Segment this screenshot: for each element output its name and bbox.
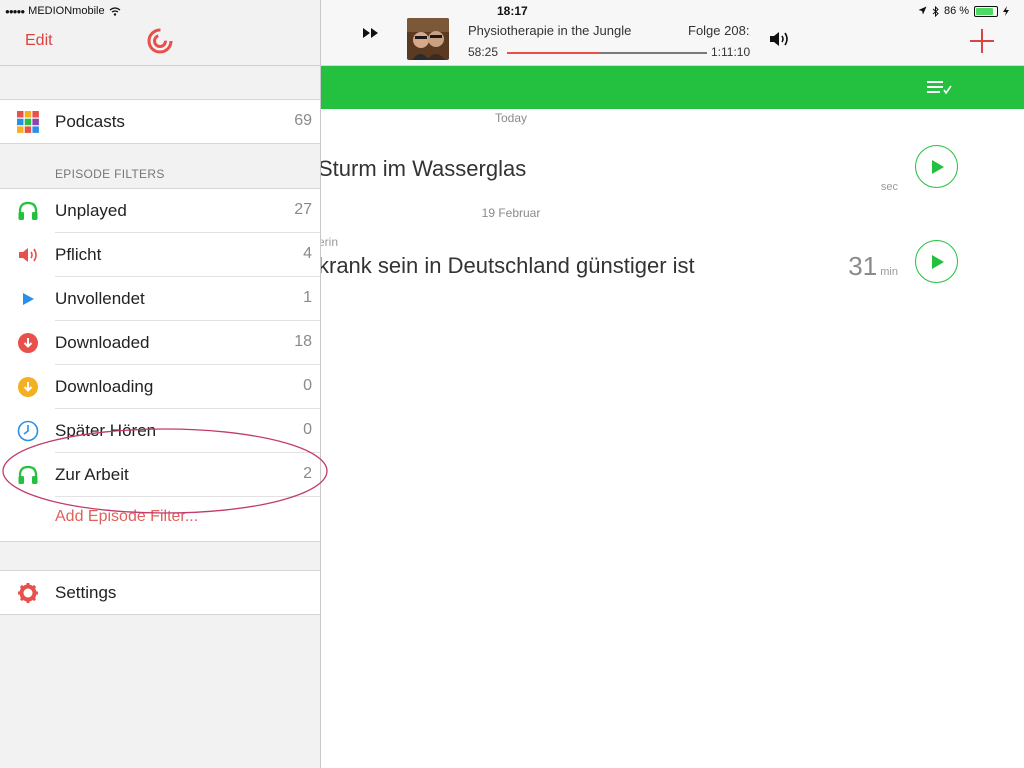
artwork-image <box>407 18 449 60</box>
sidebar-item-count: 4 <box>303 245 312 262</box>
bluetooth-icon <box>932 5 939 17</box>
skip-forward-button[interactable] <box>362 27 386 47</box>
playback-progress-bar[interactable] <box>507 52 707 54</box>
date-header-19-februar: 19 Februar <box>481 206 541 220</box>
download-icon <box>17 332 39 354</box>
episode-play-button[interactable] <box>915 145 958 188</box>
gear-icon <box>17 582 39 604</box>
divider <box>0 541 320 542</box>
sidebar-item-unplayed[interactable]: Unplayed 27 <box>0 189 320 233</box>
sidebar-item-podcasts[interactable]: Podcasts 69 <box>0 100 320 144</box>
charging-icon <box>1003 6 1010 16</box>
sidebar-item-label: Downloading <box>55 377 154 396</box>
duration-unit: min <box>880 266 898 278</box>
playback-progress-fill <box>507 52 599 54</box>
sidebar-item-count: 0 <box>303 421 312 438</box>
carrier-name: MEDIONmobile <box>28 5 105 17</box>
now-playing-podcast-title: Physiotherapie in the Jungle <box>468 23 632 38</box>
duration-unit: sec <box>880 181 898 193</box>
play-icon <box>17 288 39 310</box>
add-episode-filter-link[interactable]: Add Episode Filter... <box>55 508 198 526</box>
app-root: 18:17 86 % Physiotherapie in the Jungle … <box>0 0 1024 768</box>
grid-icon <box>17 111 39 133</box>
sidebar-item-label: Zur Arbeit <box>55 465 129 484</box>
battery-percentage: 86 % <box>944 5 970 17</box>
date-header-today: Today <box>494 111 528 125</box>
volume-button[interactable] <box>768 29 794 49</box>
list-check-icon <box>927 81 952 95</box>
sidebar: ●●●●● MEDIONmobile Edit Podcasts 69 EPIS… <box>0 0 321 768</box>
now-playing-episode: Folge 208: <box>688 23 750 38</box>
speaker-icon <box>17 244 39 266</box>
episode-podcast-name: erin <box>318 235 339 249</box>
speaker-icon <box>770 32 788 46</box>
sidebar-item-zur-arbeit[interactable]: Zur Arbeit 2 <box>0 453 320 497</box>
episode-play-button[interactable] <box>915 240 958 283</box>
headphones-icon <box>17 200 39 222</box>
sidebar-item-label: Pflicht <box>55 245 102 264</box>
sidebar-item-unvollendet[interactable]: Unvollendet 1 <box>0 277 320 321</box>
sidebar-item-pflicht[interactable]: Pflicht 4 <box>0 233 320 277</box>
episode-filters-heading: EPISODE FILTERS <box>55 167 165 181</box>
add-podcast-button[interactable] <box>968 27 996 55</box>
sidebar-item-count: 1 <box>303 289 312 306</box>
wifi-icon <box>109 6 120 16</box>
divider <box>0 143 320 144</box>
select-episodes-button[interactable] <box>926 79 952 97</box>
sidebar-item-label: Podcasts <box>55 112 125 131</box>
sidebar-item-count: 27 <box>294 201 312 218</box>
play-icon <box>932 160 944 174</box>
duration-value: 31 <box>848 251 878 281</box>
sidebar-item-settings[interactable]: Settings <box>0 571 320 615</box>
clock-icon <box>17 420 39 442</box>
status-time: 18:17 <box>497 4 528 18</box>
sidebar-item-label: Downloaded <box>55 333 150 352</box>
status-indicators: 86 % <box>918 4 1010 18</box>
elapsed-time: 58:25 <box>468 45 499 59</box>
sidebar-item-label: Später Hören <box>55 421 157 440</box>
sidebar-item-count: 2 <box>303 465 312 482</box>
plus-icon <box>970 29 994 53</box>
status-carrier: ●●●●● MEDIONmobile <box>5 4 121 18</box>
downloading-icon <box>17 376 39 398</box>
play-icon <box>932 255 944 269</box>
battery-icon <box>974 5 999 17</box>
location-icon <box>918 6 927 15</box>
edit-button[interactable]: Edit <box>25 32 53 50</box>
headphones-icon <box>17 464 39 486</box>
signal-strength-icon: ●●●●● <box>5 6 25 16</box>
battery-level <box>976 7 994 15</box>
divider <box>0 614 320 615</box>
episode-duration: 31 min <box>848 251 898 282</box>
header-divider <box>0 65 321 66</box>
sidebar-item-downloading[interactable]: Downloading 0 <box>0 365 320 409</box>
episode-title: Sturm im Wasserglas <box>318 156 527 181</box>
sidebar-item-spaeter-hoeren[interactable]: Später Hören 0 <box>0 409 320 453</box>
fast-forward-icon <box>363 28 378 38</box>
episode-title: krank sein in Deutschland günstiger ist <box>318 253 695 278</box>
episode-duration: sec <box>881 166 898 197</box>
sidebar-item-label: Unplayed <box>55 201 127 220</box>
podcast-artwork[interactable] <box>407 18 449 60</box>
sidebar-item-downloaded[interactable]: Downloaded 18 <box>0 321 320 365</box>
sidebar-item-label: Unvollendet <box>55 289 145 308</box>
pocketcasts-logo-icon <box>147 28 173 54</box>
total-time: 1:11:10 <box>711 45 751 59</box>
sidebar-item-count: 18 <box>294 333 312 350</box>
sidebar-item-count: 69 <box>294 112 312 129</box>
sidebar-item-label: Settings <box>55 583 117 602</box>
sidebar-item-count: 0 <box>303 377 312 394</box>
